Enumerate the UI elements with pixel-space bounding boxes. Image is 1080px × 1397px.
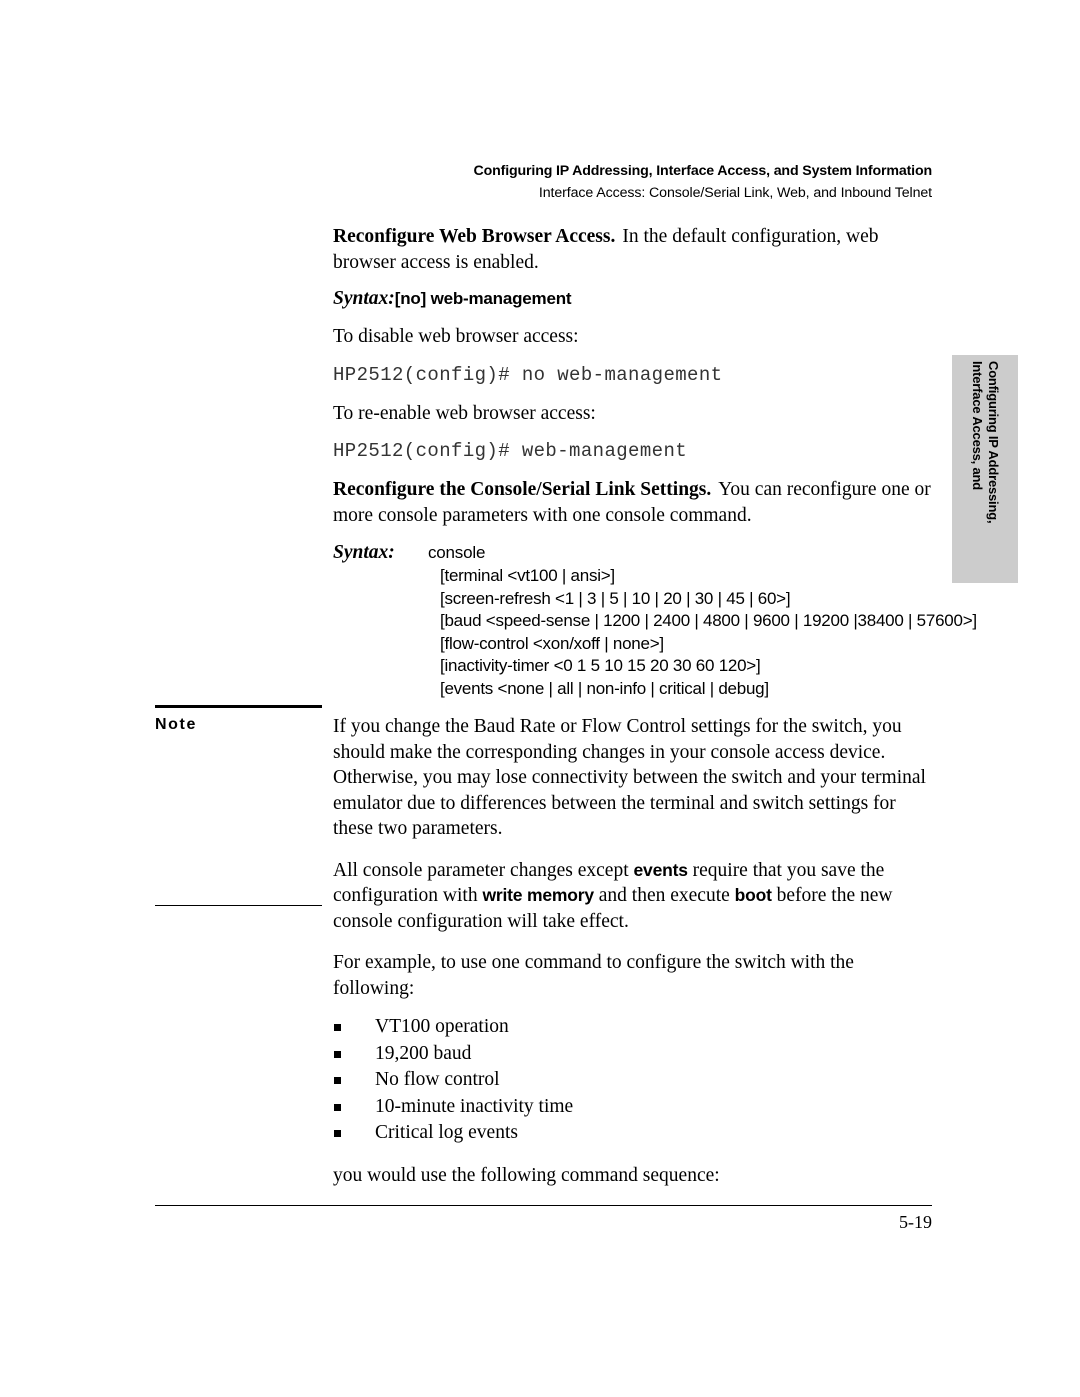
note-bottom-rule bbox=[155, 905, 322, 907]
web-management-syntax-line: Syntax:[no] web-management bbox=[333, 288, 933, 310]
list-item: 19,200 baud bbox=[333, 1041, 933, 1068]
list-item: 10-minute inactivity time bbox=[333, 1094, 933, 1121]
console-syntax-option-events: [events <none | all | non-info | critica… bbox=[440, 678, 769, 698]
bullet-text: 10-minute inactivity time bbox=[375, 1095, 574, 1117]
console-syntax-option-baud: [baud <speed-sense | 1200 | 2400 | 4800 … bbox=[440, 611, 977, 630]
list-item: Critical log events bbox=[333, 1120, 933, 1147]
header-chapter-title: Configuring IP Addressing, Interface Acc… bbox=[473, 163, 933, 179]
main-content-column: Reconfigure Web Browser Access. In the de… bbox=[333, 224, 977, 714]
running-header: Configuring IP Addressing, Interface Acc… bbox=[155, 162, 933, 202]
example-closing-text: you would use the following command sequ… bbox=[333, 1164, 720, 1186]
note-paragraph: If you change the Baud Rate or Flow Cont… bbox=[333, 716, 926, 839]
bullet-text: VT100 operation bbox=[375, 1016, 509, 1037]
console-syntax-command: console bbox=[428, 543, 486, 562]
side-thumb-tab-text: Configuring IP Addressing, Interface Acc… bbox=[952, 355, 1018, 583]
save-config-part-1: All console parameter changes except bbox=[333, 859, 634, 881]
footer-rule bbox=[155, 1205, 932, 1207]
reenable-web-management-command: HP2512(config)# web-management bbox=[333, 440, 688, 462]
web-browser-heading: Reconfigure Web Browser Access. bbox=[333, 226, 616, 247]
command-events: events bbox=[633, 859, 688, 880]
header-section-title: Interface Access: Console/Serial Link, W… bbox=[538, 185, 932, 201]
web-browser-intro-paragraph: Reconfigure Web Browser Access. In the de… bbox=[333, 224, 933, 275]
command-boot: boot bbox=[734, 885, 772, 905]
list-item: No flow control bbox=[333, 1067, 933, 1094]
console-syntax-option-flow-control: [flow-control <xon/xoff | none>] bbox=[440, 633, 664, 653]
list-item: VT100 operation bbox=[333, 1014, 933, 1041]
square-bullet-icon bbox=[334, 1103, 341, 1111]
save-config-paragraph: All console parameter changes except eve… bbox=[333, 858, 933, 935]
square-bullet-icon bbox=[334, 1024, 341, 1031]
disable-web-access-text: To disable web browser access: bbox=[333, 326, 579, 347]
console-syntax-option-inactivity-timer: [inactivity-timer <0 1 5 10 15 20 30 60 … bbox=[440, 656, 761, 675]
command-write-memory: write memory bbox=[482, 885, 594, 905]
save-config-part-3: and then execute bbox=[593, 885, 735, 906]
example-intro-text: For example, to use one command to confi… bbox=[333, 952, 854, 999]
example-bullet-list: VT100 operation 19,200 baud No flow cont… bbox=[333, 1014, 933, 1147]
side-tab-line-1: Configuring IP Addressing, bbox=[986, 361, 1001, 524]
bullet-text: Critical log events bbox=[375, 1122, 518, 1143]
console-syntax-option-screen-refresh: [screen-refresh <1 | 3 | 5 | 10 | 20 | 3… bbox=[440, 588, 791, 608]
square-bullet-icon bbox=[334, 1077, 341, 1084]
note-body-column: If you change the Baud Rate or Flow Cont… bbox=[333, 714, 933, 1204]
note-label: Note bbox=[155, 716, 197, 733]
console-syntax-label: Syntax: bbox=[333, 542, 395, 563]
bullet-text: No flow control bbox=[375, 1069, 500, 1090]
console-syntax-option-terminal: [terminal <vt100 | ansi>] bbox=[440, 566, 615, 585]
reenable-web-access-text: To re-enable web browser access: bbox=[333, 402, 596, 424]
page-number: 5-19 bbox=[899, 1212, 932, 1232]
console-settings-heading: Reconfigure the Console/Serial Link Sett… bbox=[333, 479, 712, 500]
square-bullet-icon bbox=[334, 1130, 341, 1137]
side-tab-line-2: Interface Access, and bbox=[970, 361, 985, 490]
side-thumb-tab: Configuring IP Addressing, Interface Acc… bbox=[952, 355, 1018, 583]
square-bullet-icon bbox=[334, 1050, 341, 1058]
document-page: Configuring IP Addressing, Interface Acc… bbox=[0, 0, 1080, 1397]
web-management-syntax-value: [no] web-management bbox=[394, 289, 572, 308]
syntax-label: Syntax: bbox=[333, 288, 395, 309]
console-settings-intro-paragraph: Reconfigure the Console/Serial Link Sett… bbox=[333, 477, 933, 528]
disable-web-management-command: HP2512(config)# no web-management bbox=[333, 363, 723, 386]
bullet-text: 19,200 baud bbox=[375, 1042, 472, 1064]
note-top-rule bbox=[155, 705, 322, 708]
console-syntax-block: Syntax: console [terminal <vt100 | ansi>… bbox=[333, 541, 977, 700]
